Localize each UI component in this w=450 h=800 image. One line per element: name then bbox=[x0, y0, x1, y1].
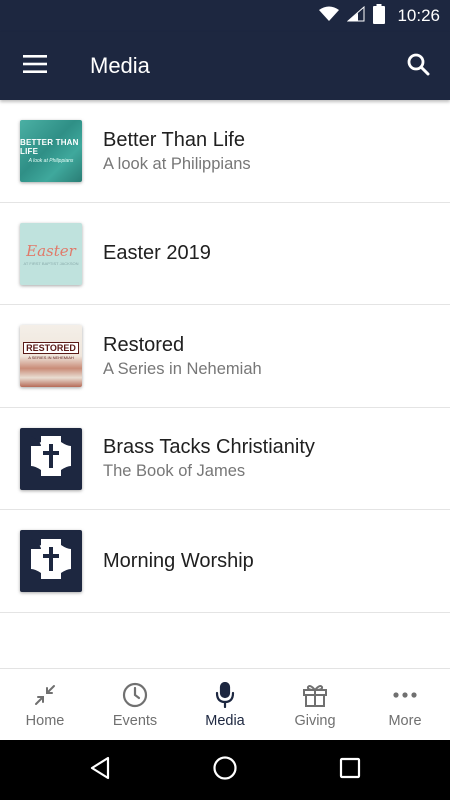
nav-item-giving[interactable]: Giving bbox=[270, 669, 360, 740]
microphone-icon bbox=[211, 681, 239, 709]
list-item-text: Morning Worship bbox=[103, 510, 438, 612]
search-button[interactable] bbox=[402, 50, 434, 82]
page-title: Media bbox=[90, 53, 150, 78]
list-item-subtitle: The Book of James bbox=[103, 462, 246, 481]
list-item-title: Restored bbox=[103, 333, 185, 356]
status-time: 10:26 bbox=[397, 6, 440, 25]
menu-button[interactable] bbox=[18, 50, 52, 82]
search-icon bbox=[406, 52, 430, 81]
thumbnail-subtitle: A SERIES IN NEHEMIAH bbox=[28, 355, 74, 360]
collapse-arrows-icon bbox=[31, 681, 59, 709]
gift-icon bbox=[301, 681, 329, 709]
hamburger-menu-icon bbox=[23, 54, 47, 78]
thumbnail-title: Easter bbox=[26, 241, 76, 260]
nav-label: Media bbox=[205, 713, 245, 729]
nav-item-home[interactable]: Home bbox=[0, 669, 90, 740]
status-bar: 10:26 bbox=[0, 0, 450, 32]
series-thumbnail bbox=[20, 530, 82, 592]
nav-label: More bbox=[388, 713, 422, 729]
nav-label: Events bbox=[112, 713, 158, 729]
wifi-icon bbox=[319, 6, 340, 27]
media-list: BETTER THAN LIFE A look at Philippians B… bbox=[0, 100, 450, 613]
back-triangle-icon bbox=[89, 756, 111, 785]
list-item[interactable]: Brass Tacks Christianity The Book of Jam… bbox=[0, 408, 450, 510]
list-item-text: Better Than Life A look at Philippians bbox=[103, 100, 438, 202]
list-item[interactable]: BETTER THAN LIFE A look at Philippians B… bbox=[0, 100, 450, 203]
series-thumbnail: BETTER THAN LIFE A look at Philippians bbox=[20, 120, 82, 182]
church-cross-logo-icon bbox=[27, 432, 75, 485]
thumbnail-subtitle: A look at Philippians bbox=[28, 158, 74, 164]
nav-label: Giving bbox=[294, 713, 336, 729]
list-item-text: Restored A Series in Nehemiah bbox=[103, 305, 438, 407]
list-item-title: Brass Tacks Christianity bbox=[103, 436, 315, 459]
thumbnail-title: BETTER THAN LIFE bbox=[20, 138, 79, 156]
list-item-title: Easter 2019 bbox=[103, 242, 211, 265]
battery-icon bbox=[373, 3, 386, 29]
app-bar: Media bbox=[0, 32, 450, 100]
more-dots-icon bbox=[391, 681, 419, 709]
list-item-title: Better Than Life bbox=[103, 128, 245, 151]
list-item-title: Morning Worship bbox=[103, 549, 254, 572]
list-item-subtitle: A look at Philippians bbox=[103, 154, 251, 173]
nav-item-more[interactable]: More bbox=[360, 669, 450, 740]
nav-item-media[interactable]: Media bbox=[180, 669, 270, 740]
list-item-subtitle: A Series in Nehemiah bbox=[103, 359, 262, 378]
signal-icon bbox=[347, 5, 365, 27]
nav-item-events[interactable]: Events bbox=[90, 669, 180, 740]
series-thumbnail bbox=[20, 427, 82, 490]
system-navigation-bar bbox=[0, 740, 450, 800]
home-circle-icon bbox=[212, 755, 238, 786]
home-button[interactable] bbox=[209, 754, 241, 786]
thumbnail-subtitle: AT FIRST BAPTIST JACKSON bbox=[23, 260, 79, 266]
recents-square-icon bbox=[339, 757, 361, 784]
bottom-navigation: Home Events Media Giving More bbox=[0, 668, 450, 740]
list-item[interactable]: RESTORED A SERIES IN NEHEMIAH Restored A… bbox=[0, 305, 450, 408]
recents-button[interactable] bbox=[334, 754, 366, 786]
nav-label: Home bbox=[25, 713, 65, 729]
list-item[interactable]: Easter AT FIRST BAPTIST JACKSON Easter 2… bbox=[0, 203, 450, 305]
series-thumbnail: Easter AT FIRST BAPTIST JACKSON bbox=[20, 222, 82, 285]
series-thumbnail: RESTORED A SERIES IN NEHEMIAH bbox=[20, 325, 82, 387]
back-button[interactable] bbox=[84, 754, 116, 786]
clock-icon bbox=[121, 681, 149, 709]
list-item-text: Easter 2019 bbox=[103, 203, 438, 305]
thumbnail-title: RESTORED bbox=[23, 342, 79, 354]
list-item[interactable]: Morning Worship bbox=[0, 510, 450, 613]
status-icons: 10:26 bbox=[319, 0, 440, 32]
church-cross-logo-icon bbox=[27, 535, 75, 588]
list-item-text: Brass Tacks Christianity The Book of Jam… bbox=[103, 408, 438, 510]
